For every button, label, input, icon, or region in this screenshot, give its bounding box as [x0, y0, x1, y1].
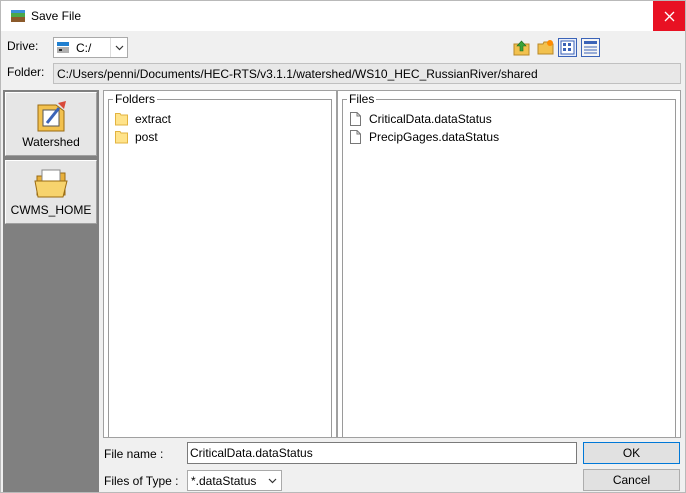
drive-label: Drive:: [7, 39, 39, 53]
drive-icon: [57, 42, 69, 53]
drive-select[interactable]: C:/: [53, 37, 128, 58]
files-legend: Files: [347, 92, 377, 106]
file-name-input[interactable]: CriticalData.dataStatus: [187, 442, 577, 464]
place-label: Watershed: [22, 135, 80, 149]
place-label: CWMS_HOME: [10, 203, 92, 217]
chevron-down-icon[interactable]: [264, 471, 281, 490]
ok-button[interactable]: OK: [583, 442, 680, 464]
folders-panel: Folders extract post: [103, 90, 337, 438]
folders-group: Folders extract post: [108, 92, 332, 437]
folder-label: Folder:: [7, 65, 45, 79]
title-bar[interactable]: Save File: [1, 1, 685, 31]
file-type-value: *.dataStatus: [191, 474, 257, 488]
file-name: CriticalData.dataStatus: [369, 112, 492, 126]
folder-name: post: [135, 130, 158, 144]
details-view-icon[interactable]: [581, 38, 600, 57]
folder-name: extract: [135, 112, 172, 126]
file-name: PrecipGages.dataStatus: [369, 130, 500, 144]
folder-icon: [115, 113, 128, 126]
folder-icon: [115, 131, 128, 144]
file-icon: [350, 130, 361, 144]
cancel-button[interactable]: Cancel: [583, 469, 680, 491]
files-panel: Files CriticalData.dataStatus PrecipGage…: [337, 90, 681, 438]
app-icon: [11, 10, 25, 22]
place-watershed[interactable]: Watershed: [5, 92, 97, 156]
close-icon: [664, 11, 674, 21]
up-folder-icon[interactable]: [512, 38, 531, 57]
watershed-icon: [37, 101, 66, 132]
folders-legend: Folders: [113, 92, 158, 106]
window-title: Save File: [31, 9, 82, 23]
folder-path-field: C:/Users/penni/Documents/HEC-RTS/v3.1.1/…: [53, 63, 681, 84]
open-folder-icon: [34, 169, 68, 198]
chevron-down-icon[interactable]: [110, 38, 127, 57]
list-view-icon[interactable]: [558, 38, 577, 57]
place-cwms-home[interactable]: CWMS_HOME: [5, 160, 97, 224]
file-type-label: Files of Type :: [104, 474, 179, 488]
new-folder-icon[interactable]: [536, 38, 555, 57]
file-type-select[interactable]: *.dataStatus: [187, 470, 282, 491]
file-name-label: File name :: [104, 447, 164, 461]
save-file-dialog: Save File Drive: C:/ Folder: C:/Users/pe…: [0, 0, 686, 493]
drive-value: C:/: [76, 41, 92, 55]
file-icon: [350, 112, 361, 126]
places-bar: Watershed CWMS_HOME: [3, 90, 99, 492]
close-button[interactable]: [653, 1, 685, 31]
files-group: Files CriticalData.dataStatus PrecipGage…: [342, 92, 676, 437]
